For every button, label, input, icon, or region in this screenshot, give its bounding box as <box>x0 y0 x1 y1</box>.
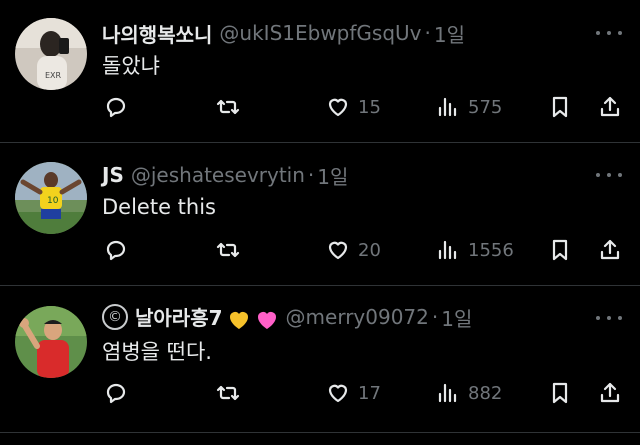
more-icon[interactable] <box>596 166 622 184</box>
retweet-icon <box>216 385 240 401</box>
retweet-button[interactable] <box>216 378 240 408</box>
tweet[interactable]: EXR 나의행복쏘니 @ukIS1EbwpfGsqUv · 1일 돌았냐 15 … <box>0 0 640 143</box>
pink-heart-emoji <box>257 311 276 329</box>
reply-button[interactable] <box>104 92 128 122</box>
reply-icon <box>106 97 126 118</box>
tweet-header: © 날아라흥7 @merry09072 · 1일 <box>102 302 472 332</box>
views-icon <box>438 383 457 403</box>
tweet-header: 나의행복쏘니 @ukIS1EbwpfGsqUv · 1일 <box>102 18 465 48</box>
share-icon <box>600 96 620 117</box>
view-count: 882 <box>468 382 503 404</box>
views-icon <box>438 240 457 260</box>
action-bar: 17 882 <box>0 378 640 408</box>
more-icon[interactable] <box>596 24 622 42</box>
heart-icon <box>328 384 348 403</box>
heart-icon <box>328 241 348 260</box>
user-handle[interactable]: @ukIS1EbwpfGsqUv <box>219 21 421 45</box>
bookmark-icon <box>552 239 568 261</box>
bookmark-icon <box>552 96 568 118</box>
user-handle[interactable]: @jeshatesevrytin <box>131 163 305 187</box>
retweet-button[interactable] <box>216 235 240 265</box>
avatar[interactable]: 10 <box>15 162 87 234</box>
avatar-image <box>15 306 87 378</box>
views-button[interactable]: 575 <box>436 92 502 122</box>
timestamp[interactable]: 1일 <box>434 19 465 48</box>
timestamp[interactable]: 1일 <box>317 161 348 190</box>
more-icon[interactable] <box>596 309 622 327</box>
share-button[interactable] <box>598 378 622 408</box>
views-icon <box>438 97 457 117</box>
display-name[interactable]: 날아라흥7 <box>135 302 279 332</box>
views-button[interactable]: 882 <box>436 378 502 408</box>
view-count: 1556 <box>468 239 514 261</box>
view-count: 575 <box>468 96 503 118</box>
share-button[interactable] <box>598 235 622 265</box>
yellow-heart-emoji <box>229 311 248 329</box>
action-bar: 15 575 <box>0 92 640 122</box>
bookmark-icon <box>552 382 568 404</box>
badge: © <box>102 304 128 330</box>
like-button[interactable]: 20 <box>326 235 381 265</box>
user-handle[interactable]: @merry09072 <box>286 305 429 329</box>
like-count: 17 <box>358 382 381 404</box>
retweet-button[interactable] <box>216 92 240 122</box>
separator: · <box>307 163 315 187</box>
svg-text:10: 10 <box>47 196 59 206</box>
tweet-text: 염병을 떤다. <box>102 340 212 364</box>
avatar-image: EXR <box>15 18 87 90</box>
retweet-icon <box>216 99 240 115</box>
tweet[interactable]: © 날아라흥7 @merry09072 · 1일 염병을 떤다. 17 882 <box>0 286 640 433</box>
separator: · <box>431 305 439 329</box>
like-button[interactable]: 15 <box>326 92 381 122</box>
heart-icon <box>328 98 348 117</box>
tweet-header: JS @jeshatesevrytin · 1일 <box>102 160 348 190</box>
reply-button[interactable] <box>104 378 128 408</box>
display-name[interactable]: 나의행복쏘니 <box>102 19 212 48</box>
timestamp[interactable]: 1일 <box>441 303 472 332</box>
share-icon <box>600 239 620 260</box>
svg-text:EXR: EXR <box>45 71 62 80</box>
like-count: 20 <box>358 239 381 261</box>
bookmark-button[interactable] <box>548 235 572 265</box>
reply-icon <box>106 240 126 261</box>
action-bar: 20 1556 <box>0 235 640 265</box>
avatar[interactable] <box>15 306 87 378</box>
share-icon <box>600 382 620 403</box>
avatar-image: 10 <box>15 162 87 234</box>
tweet-text: 돌았냐 <box>102 54 160 78</box>
views-button[interactable]: 1556 <box>436 235 514 265</box>
reply-button[interactable] <box>104 235 128 265</box>
display-name-text: 날아라흥7 <box>135 306 223 331</box>
share-button[interactable] <box>598 92 622 122</box>
like-count: 15 <box>358 96 381 118</box>
tweet-text: Delete this <box>102 195 216 219</box>
display-name[interactable]: JS <box>102 163 124 187</box>
like-button[interactable]: 17 <box>326 378 381 408</box>
tweet[interactable]: 10 JS @jeshatesevrytin · 1일 Delete this … <box>0 143 640 286</box>
bookmark-button[interactable] <box>548 378 572 408</box>
avatar[interactable]: EXR <box>15 18 87 90</box>
separator: · <box>424 21 431 45</box>
bookmark-button[interactable] <box>548 92 572 122</box>
reply-icon <box>106 383 126 404</box>
retweet-icon <box>216 242 240 258</box>
